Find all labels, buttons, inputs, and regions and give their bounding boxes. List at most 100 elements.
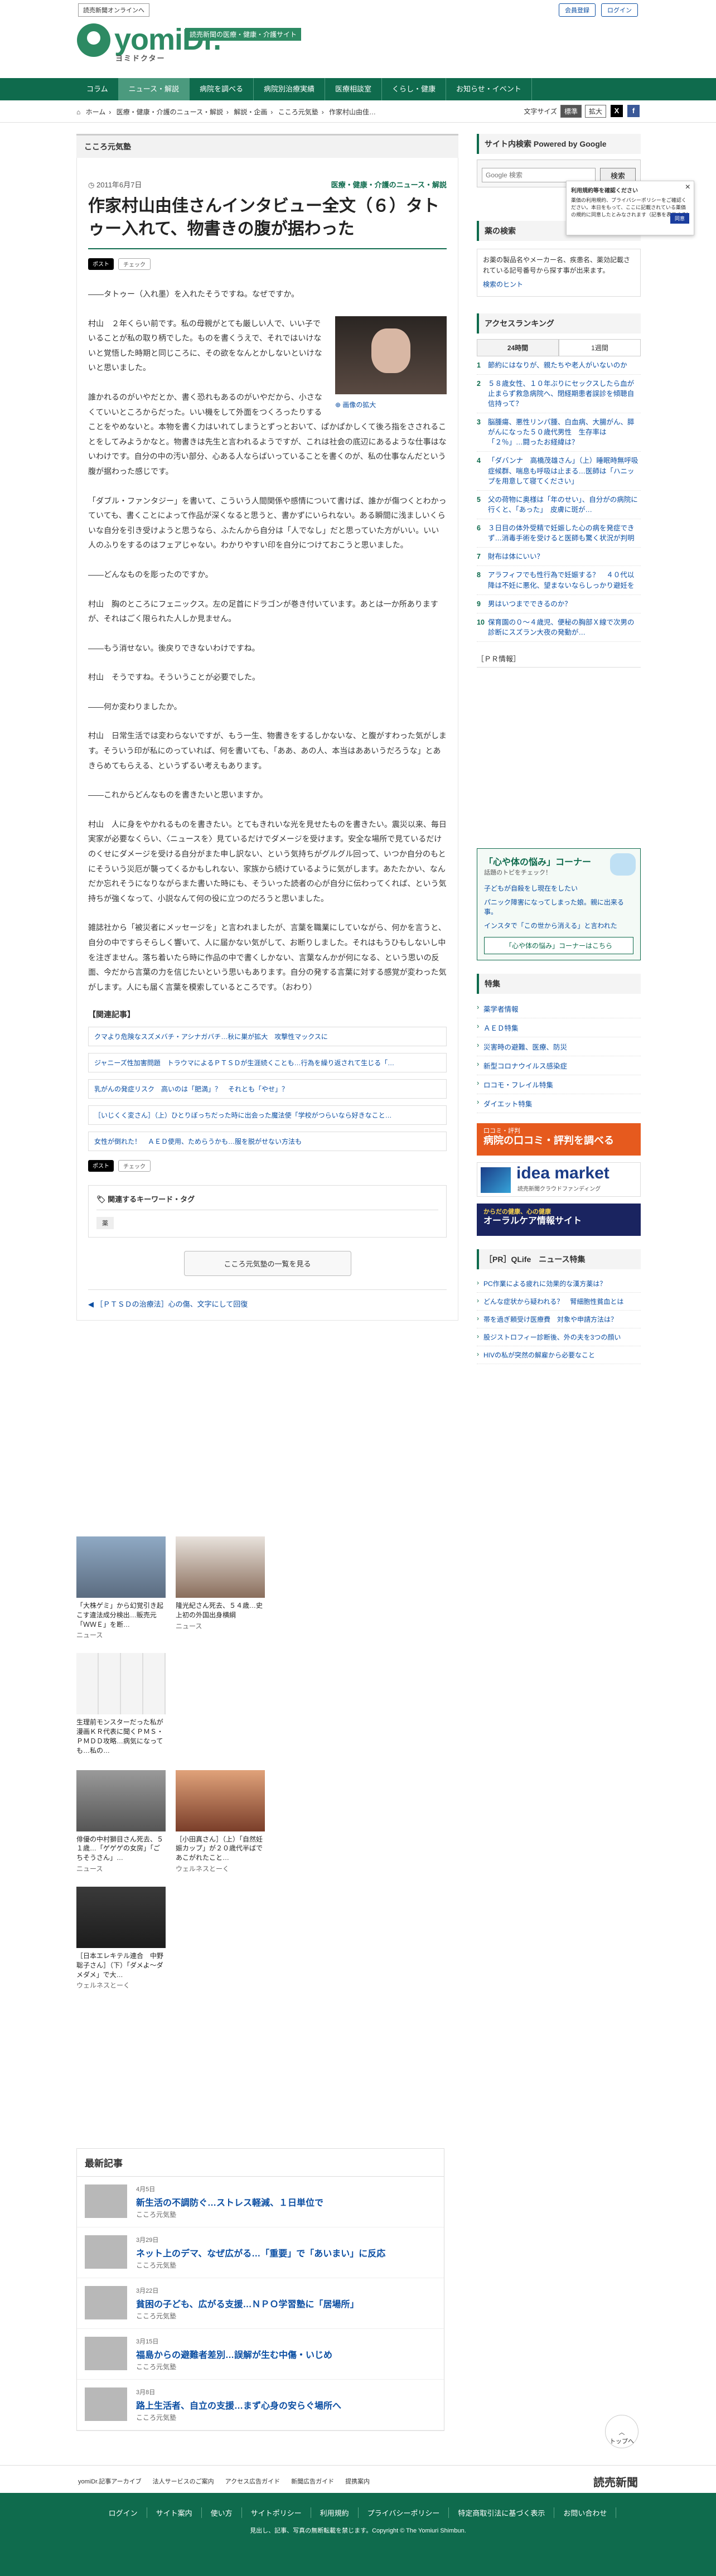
tokushu-item[interactable]: 災害時の避難、医療、防災: [477, 1037, 641, 1057]
footer-login-link[interactable]: ログイン: [100, 2507, 147, 2518]
footer-link[interactable]: 特定商取引法に基づく表示: [449, 2507, 555, 2518]
related-item[interactable]: クマより危険なスズメバチ・アシナガバチ…秋に巣が拡大 攻撃性マックスに: [88, 1027, 447, 1047]
font-size-large-button[interactable]: 拡大: [584, 105, 606, 118]
related-item[interactable]: 女性が倒れた！ ＡＥＤ使用、ためらうかも…服を脱がせない方法も: [88, 1132, 447, 1152]
qlife-item[interactable]: HIVの私が突然の解雇から必要なこと: [477, 1346, 641, 1365]
search-hint-link[interactable]: 検索のヒント: [483, 279, 635, 290]
ranking-item[interactable]: 6 ３日目の体外受精で妊娠した心の病を発症できず…消毒手術を受けると医師も驚く状況…: [477, 519, 641, 548]
ranking-item[interactable]: 4 「ダバンナ 高橋茂雄さん」（上）睡眠時無呼吸症候群、喘息も呼吸は止まる…医師は…: [477, 452, 641, 491]
footer-link[interactable]: 法人サービスのご案内: [153, 2477, 214, 2486]
gnav-item-life-health[interactable]: くらし・健康: [382, 78, 447, 100]
latest-item[interactable]: 3月22日 貧困の子ども、広がる支援…ＮＰＯ学習塾に「居場所」 こころ元気塾: [77, 2278, 444, 2329]
footer-link[interactable]: お問い合わせ: [554, 2507, 617, 2518]
kokoro-topic[interactable]: 子どもが自殺をし現在をしたい: [484, 881, 633, 895]
kokoro-topic[interactable]: インスタで「この世から消える」と言われた: [484, 919, 633, 932]
card-thumbnail[interactable]: [76, 1536, 166, 1598]
latest-item[interactable]: 3月29日 ネット上のデマ、なぜ広がる…「重要」で「あいまい」に反応 こころ元気塾: [77, 2227, 444, 2278]
gnav-item-news[interactable]: ニュース・解説: [118, 78, 190, 100]
x-post-button[interactable]: ポスト: [88, 1160, 114, 1172]
latest-thumbnail[interactable]: [85, 2387, 127, 2421]
tokushu-item[interactable]: ＡＥＤ特集: [477, 1018, 641, 1038]
x-post-button[interactable]: ポスト: [88, 258, 114, 270]
tokushu-item[interactable]: 新型コロナウイルス感染症: [477, 1056, 641, 1076]
kokoro-topic[interactable]: パニック障害になってしまった娘。親に出来る事。: [484, 895, 633, 919]
photo-card[interactable]: ［日本エレキテル連合 中野聡子さん］（下）「ダメよ～ダメダメ」で大… ウェルネス…: [76, 1886, 166, 1990]
footer-link[interactable]: 新聞広告ガイド: [291, 2477, 334, 2486]
breadcrumb-kokoro[interactable]: こころ元気塾: [278, 108, 318, 116]
qlife-item[interactable]: 帯を過ぎ頼受け医療費 対象や申請方法は？: [477, 1311, 641, 1329]
latest-thumbnail[interactable]: [85, 2235, 127, 2269]
footer-link[interactable]: アクセス広告ガイド: [225, 2477, 280, 2486]
check-button[interactable]: チェック: [118, 1160, 151, 1172]
qlife-item[interactable]: 股ジストロフィー診断後、外の夫を3つの顔い: [477, 1328, 641, 1347]
card-thumbnail[interactable]: [176, 1536, 265, 1598]
photo-card[interactable]: 「大株ゲミ」から幻覚引き起こす違法成分検出…販売元「ＷＷＥ」を断… ニュース: [76, 1536, 166, 1640]
tokushu-item[interactable]: 薬学者情報: [477, 999, 641, 1019]
idea-market-banner[interactable]: idea market 読売新聞クラウドファンディング: [477, 1162, 641, 1197]
breadcrumb-home[interactable]: ホーム: [86, 108, 106, 116]
font-size-standard-button[interactable]: 標準: [560, 105, 582, 118]
gnav-item-column[interactable]: コラム: [76, 78, 119, 100]
breadcrumb-news[interactable]: 医療・健康・介護のニュース・解説: [117, 108, 223, 116]
card-thumbnail[interactable]: [76, 1770, 166, 1831]
latest-thumbnail[interactable]: [85, 2286, 127, 2319]
author-portrait[interactable]: [335, 316, 447, 394]
tokushu-item[interactable]: ダイエット特集: [477, 1094, 641, 1114]
doctor-logo-icon[interactable]: [77, 23, 110, 57]
tab-24h[interactable]: 24時間: [477, 339, 559, 356]
hospital-review-banner[interactable]: 口コミ・評判 病院の口コミ・評判を調べる: [477, 1123, 641, 1156]
prev-article-link[interactable]: ◀ ［ＰＴＳＤの治療法］心の傷、文字にして回復: [88, 1289, 447, 1310]
yomiuri-logo[interactable]: 読売新聞: [593, 2473, 638, 2490]
login-button[interactable]: ログイン: [601, 3, 638, 17]
footer-link[interactable]: サイトポリシー: [242, 2507, 311, 2518]
footer-link[interactable]: 使い方: [202, 2507, 242, 2518]
qlife-item[interactable]: どんな症状から疑われる？ 腎細胞性貧血とは: [477, 1293, 641, 1311]
consent-ok-button[interactable]: 同意: [670, 213, 689, 224]
footer-link[interactable]: プライバシーポリシー: [359, 2507, 449, 2518]
related-item[interactable]: ジャニーズ性加害問題 トラウマによるＰＴＳＤが生涯続くことも…行為を繰り返されて…: [88, 1053, 447, 1073]
oral-care-banner[interactable]: からだの健康、心の健康 オーラルケア情報サイト: [477, 1204, 641, 1236]
footer-link[interactable]: yomiDr.記事アーカイブ: [78, 2477, 142, 2486]
x-icon[interactable]: X: [611, 105, 623, 117]
latest-thumbnail[interactable]: [85, 2337, 127, 2370]
tokushu-item[interactable]: ロコモ・フレイル特集: [477, 1075, 641, 1095]
latest-item[interactable]: 4月5日 新生活の不調防ぐ…ストレス軽減、１日単位で こころ元気塾: [77, 2177, 444, 2227]
close-icon[interactable]: ×: [685, 182, 690, 192]
footer-link[interactable]: サイト案内: [147, 2507, 202, 2518]
latest-item[interactable]: 3月8日 路上生活者、自立の支援…まず心身の安らぐ場所へ こころ元気塾: [77, 2380, 444, 2430]
gnav-item-hospital-search[interactable]: 病院を調べる: [190, 78, 254, 100]
related-item[interactable]: ［いじくく変さん］（上）ひとりぼっちだった時に出会った魔法使「学校がつらいなら好…: [88, 1105, 447, 1125]
facebook-icon[interactable]: f: [627, 105, 640, 117]
check-button[interactable]: チェック: [118, 258, 151, 270]
gnav-item-events[interactable]: お知らせ・イベント: [446, 78, 532, 100]
ranking-item[interactable]: 9 男はいつまでできるのか？: [477, 595, 641, 613]
member-register-button[interactable]: 会員登録: [559, 3, 596, 17]
latest-item[interactable]: 3月15日 福島からの避難者差別…誤解が生む中傷・いじめ こころ元気塾: [77, 2329, 444, 2380]
breadcrumb-feature[interactable]: 解説・企画: [234, 108, 267, 116]
ranking-item[interactable]: 5 父の荷物に奥様は「年のせい」、自分がの病院に行くと、「あった」 皮膚に斑が…: [477, 491, 641, 520]
article-category[interactable]: 医療・健康・介護のニュース・解説: [331, 179, 447, 190]
ranking-item[interactable]: 1 節約にはなりが、親たちや老人がいないのか: [477, 356, 641, 375]
kokoro-corner-link[interactable]: 「心や体の悩み」コーナーはこちら: [484, 937, 633, 955]
photo-card[interactable]: 俳優の中村獅目さん死去、５１歳…「ゲゲゲの女房」「ごちそうさん」… ニュース: [76, 1770, 166, 1873]
yomiuri-online-link[interactable]: 読売新聞オンラインへ: [78, 3, 149, 17]
ranking-item[interactable]: 7 財布は体にいい？: [477, 548, 641, 567]
qlife-item[interactable]: PC作業による疲れに効果的な漢方薬は？: [477, 1275, 641, 1293]
back-to-top-button[interactable]: ︿ トップへ: [605, 2415, 638, 2448]
keyword-tag[interactable]: 薬: [96, 1217, 114, 1230]
photo-card[interactable]: ［小田真さん］（上）「自然妊娠カップ」が２０歳代半ばであこがれたこと… ウェルネ…: [176, 1770, 265, 1873]
photo-enlarge-link[interactable]: ⊕ 画像の拡大: [335, 399, 447, 412]
ranking-item[interactable]: 3 脳腫瘍、悪性リンパ腫、白血病、大腸がん、膵がんになった５０歳代男性 生存率は「…: [477, 413, 641, 452]
tab-1week[interactable]: 1週間: [559, 339, 641, 356]
latest-thumbnail[interactable]: [85, 2184, 127, 2218]
card-thumbnail[interactable]: [176, 1770, 265, 1831]
gnav-item-consultation[interactable]: 医療相談室: [325, 78, 383, 100]
article-photo[interactable]: ⊕ 画像の拡大: [335, 316, 447, 412]
footer-link[interactable]: 提携案内: [345, 2477, 370, 2486]
gnav-item-treatment-results[interactable]: 病院別治療実績: [254, 78, 326, 100]
footer-link[interactable]: 利用規約: [311, 2507, 359, 2518]
more-kokoro-button[interactable]: こころ元気塾の一覧を見る: [183, 1251, 351, 1277]
ranking-item[interactable]: 8 アラフィフでも性行為で妊娠する？ ４０代以降は不妊に悪化、望まないならしっかり…: [477, 566, 641, 595]
related-item[interactable]: 乳がんの発症リスク 高いのは「肥満」？ それとも「やせ」？: [88, 1079, 447, 1099]
photo-card[interactable]: 隆光紀さん死去、５４歳…史上初の外国出身横綱 ニュース: [176, 1536, 265, 1640]
